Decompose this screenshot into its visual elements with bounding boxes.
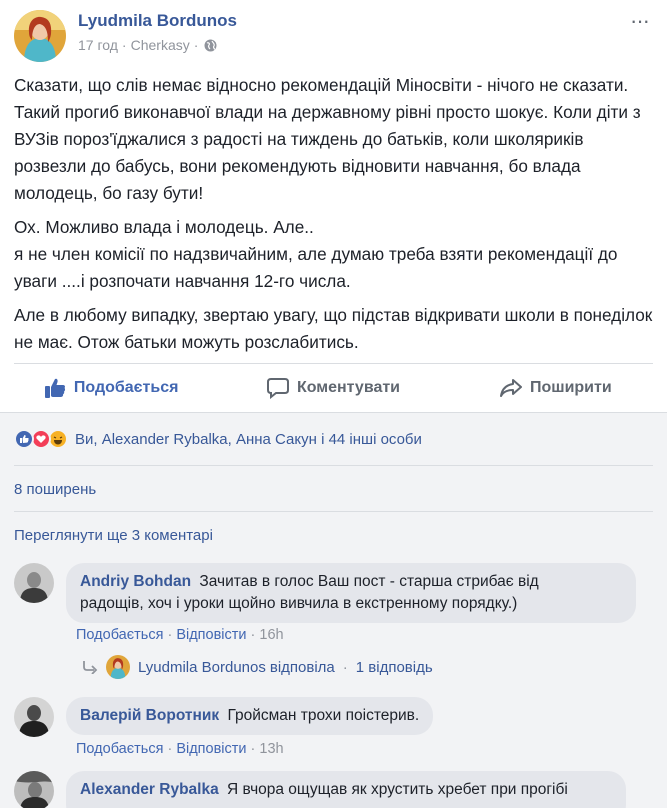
post-paragraph: Ох. Можливо влада і молодець. Але.. [14,217,314,237]
post-paragraph: Але в любому випадку, звертаю увагу, що … [14,305,653,352]
commenter-name[interactable]: Andriy Bohdan [80,573,191,590]
globe-icon[interactable] [204,39,217,52]
more-icon[interactable]: ··· [630,8,650,34]
share-button[interactable]: Поширити [445,364,667,412]
commenter-name[interactable]: Alexander Rybalka [80,781,219,798]
comment-time[interactable]: 13h [259,741,283,757]
meta-separator: · [121,37,127,53]
reply-author[interactable]: Lyudmila Bordunos [138,659,266,676]
comment-text: Зачитав в голос Ваш пост - старша стриба… [199,573,539,590]
post-body: Сказати, що слів немає відносно рекоменд… [14,72,659,363]
comment-reply-link[interactable]: Відповісти [176,741,246,757]
haha-reaction-icon [48,429,68,449]
comment-bubble: Alexander Rybalka Я вчора ощущав як хрус… [66,771,626,808]
reply-count[interactable]: 1 відповідь [356,659,433,676]
commenter-avatar[interactable] [14,563,54,603]
divider [14,511,653,512]
comment-button[interactable]: Коментувати [222,364,444,412]
reply-verb: відповіла [269,658,335,676]
post-actions: Подобається Коментувати Поширити [0,364,667,412]
speech-bubble-icon [266,378,289,399]
comments-section: Ви, Alexander Rybalka, Анна Сакун і 44 і… [0,412,667,808]
comment-text: Я вчора ощущав як хрустить хребет при пр… [227,781,568,798]
share-label: Поширити [529,379,612,396]
comment-item: Alexander Rybalka Я вчора ощущав як хрус… [14,771,654,808]
comment-like-link[interactable]: Подобається [76,627,163,643]
like-reaction-icon [14,429,34,449]
comment-actions: Подобається · Відповісти · 16h [76,627,284,643]
comment-item: Валерій Воротник Гройсман трохи поістери… [14,697,654,757]
dot-separator: · [167,627,177,643]
like-label: Подобається [73,379,179,396]
like-button[interactable]: Подобається [0,364,222,412]
author-avatar[interactable] [14,10,66,62]
reply-arrow-icon [83,661,98,674]
shares-count[interactable]: 8 поширень [14,481,96,498]
reactions-names[interactable]: Ви, Alexander Rybalka, Анна Сакун і 44 і… [75,431,422,448]
post-time[interactable]: 17 год [78,37,118,53]
post-meta: 17 год · Cherkasy · [78,37,217,53]
comment-text-cont: радощів, хоч і уроки щойно вивчила в екс… [80,595,518,612]
post-location[interactable]: Cherkasy [131,37,190,53]
comment-reply-link[interactable]: Відповісти [176,627,246,643]
post-paragraph: Сказати, що слів немає відносно рекоменд… [14,75,641,203]
post-paragraph: я не член комісії по надзвичайним, але д… [14,244,618,291]
love-reaction-icon [31,429,51,449]
reactions-summary[interactable]: Ви, Alexander Rybalka, Анна Сакун і 44 і… [14,429,422,449]
comment-bubble: Валерій Воротник Гройсман трохи поістери… [66,697,434,735]
replies-summary[interactable]: Lyudmila Bordunos відповіла · 1 відповід… [82,655,433,679]
thumbs-up-icon [44,378,65,398]
commenter-name[interactable]: Валерій Воротник [80,707,219,724]
comment-like-link[interactable]: Подобається [76,741,163,757]
share-arrow-icon [499,379,522,397]
meta-separator-2: · [193,37,199,53]
comment-time[interactable]: 16h [259,627,283,643]
comment-label: Коментувати [296,379,401,396]
comment-bubble: Andriy Bohdan Зачитав в голос Ваш пост -… [66,563,636,623]
comment-text: Гройсман трохи поістерив. [227,707,420,724]
reply-author-avatar[interactable] [106,655,130,679]
comment-item: Andriy Bohdan Зачитав в голос Ваш пост -… [14,563,654,683]
divider [14,465,653,466]
post-card: Lyudmila Bordunos 17 год · Cherkasy · ··… [0,0,667,412]
comment-actions: Подобається · Відповісти · 13h [76,741,284,757]
view-more-comments-link[interactable]: Переглянути ще 3 коментарі [14,527,213,544]
author-name[interactable]: Lyudmila Bordunos [78,11,237,31]
dot-separator: · [342,658,348,676]
commenter-avatar[interactable] [14,771,54,808]
dot-separator: · [167,741,177,757]
commenter-avatar[interactable] [14,697,54,737]
